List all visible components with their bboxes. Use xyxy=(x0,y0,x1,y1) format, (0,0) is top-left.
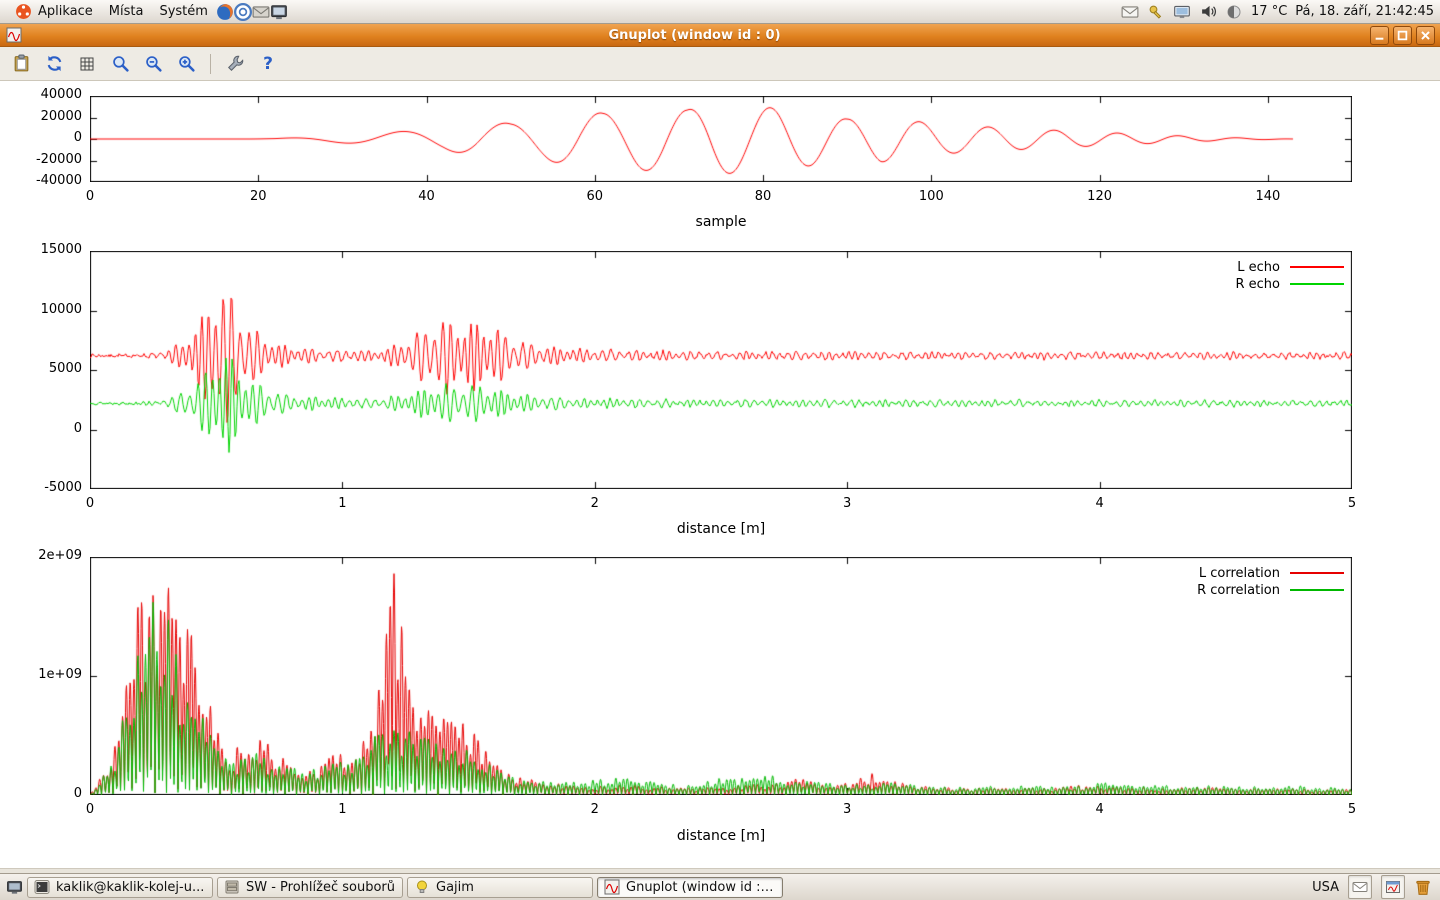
display-icon[interactable] xyxy=(1173,3,1191,21)
toolbar-help-button[interactable]: ? xyxy=(256,52,280,76)
settings-button[interactable] xyxy=(223,52,247,76)
help-icon[interactable] xyxy=(234,3,252,21)
temperature-indicator[interactable]: 17 °C xyxy=(1251,4,1287,19)
maximize-button[interactable] xyxy=(1393,26,1412,45)
taskbar-button-file-manager[interactable]: SW - Prohlížeč souborů xyxy=(217,877,403,898)
weather-icon[interactable] xyxy=(1225,3,1243,21)
close-button[interactable] xyxy=(1416,26,1435,45)
system-menu-label: Systém xyxy=(159,4,207,19)
trash-icon[interactable] xyxy=(1414,878,1432,896)
copy-button[interactable] xyxy=(9,52,33,76)
mail-launcher-icon[interactable] xyxy=(252,3,270,21)
keys-icon[interactable] xyxy=(1147,3,1165,21)
panel-status-area: 17 °C Pá, 18. září, 21:42:45 xyxy=(1121,3,1434,21)
gnuplot-window-icon xyxy=(5,26,23,44)
places-menu-label: Místa xyxy=(109,4,144,19)
window-applet-icon[interactable] xyxy=(1381,875,1405,899)
taskbar-button-gnuplot[interactable]: Gnuplot (window id : 0) xyxy=(597,877,783,898)
firefox-icon[interactable] xyxy=(216,3,234,21)
system-menu[interactable]: Systém xyxy=(151,2,215,21)
zoom-button[interactable] xyxy=(108,52,132,76)
taskbar-button-label: Gajim xyxy=(436,880,474,895)
toolbar-separator xyxy=(210,54,211,74)
zoom-next-button[interactable] xyxy=(174,52,198,76)
taskbar-button-label: Gnuplot (window id : 0) xyxy=(626,880,776,895)
refresh-button[interactable] xyxy=(42,52,66,76)
screenshot-icon[interactable] xyxy=(270,3,288,21)
gnuplot-icon xyxy=(604,879,620,895)
ubuntu-logo-icon xyxy=(14,3,32,21)
minimize-button[interactable] xyxy=(1370,26,1389,45)
help-question-label: ? xyxy=(263,54,273,74)
clock[interactable]: Pá, 18. září, 21:42:45 xyxy=(1295,4,1434,19)
terminal-icon xyxy=(34,879,50,895)
applications-menu-label: Aplikace xyxy=(38,4,93,19)
taskbar-button-label: SW - Prohlížeč souborů xyxy=(246,880,395,895)
mail-notification-icon[interactable] xyxy=(1121,3,1139,21)
taskbar-button-label: kaklik@kaklik-kolej-u... xyxy=(56,880,204,895)
places-menu[interactable]: Místa xyxy=(101,2,152,21)
taskbar-right-area: USA xyxy=(1312,875,1435,899)
applications-menu[interactable]: Aplikace xyxy=(6,1,101,23)
mail-applet-icon[interactable] xyxy=(1348,875,1372,899)
zoom-previous-button[interactable] xyxy=(141,52,165,76)
file-manager-icon xyxy=(224,879,240,895)
gnome-panel: Aplikace Místa Systém xyxy=(0,0,1440,24)
taskbar-button-gajim[interactable]: Gajim xyxy=(407,877,593,898)
volume-icon[interactable] xyxy=(1199,3,1217,21)
grid-button[interactable] xyxy=(75,52,99,76)
keyboard-layout-indicator[interactable]: USA xyxy=(1312,880,1339,895)
gajim-icon xyxy=(414,879,430,895)
show-desktop-icon[interactable] xyxy=(5,878,23,896)
gnuplot-canvas-area xyxy=(0,81,1440,868)
taskbar-button-terminal[interactable]: kaklik@kaklik-kolej-u... xyxy=(27,877,213,898)
window-title: Gnuplot (window id : 0) xyxy=(23,28,1366,43)
gnuplot-toolbar: ? xyxy=(0,47,1440,81)
taskbar: kaklik@kaklik-kolej-u... SW - Prohlížeč … xyxy=(0,873,1440,900)
desktop: Aplikace Místa Systém xyxy=(0,0,1440,900)
window-titlebar[interactable]: Gnuplot (window id : 0) xyxy=(0,24,1440,47)
